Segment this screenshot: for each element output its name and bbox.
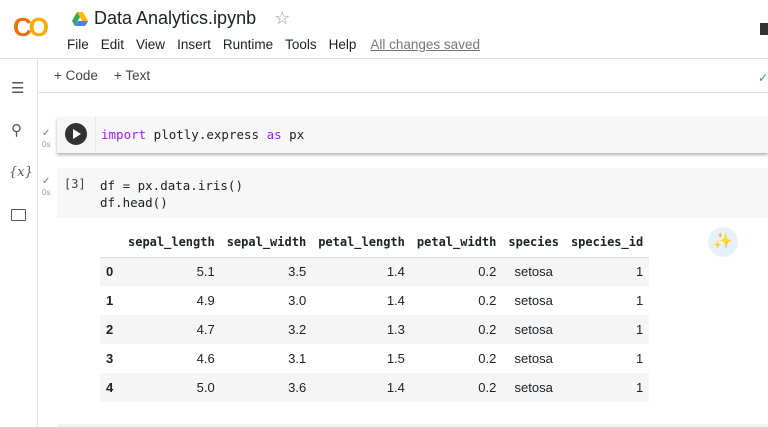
menu-file[interactable]: File bbox=[67, 37, 89, 52]
cell-status: ✓ 0s bbox=[42, 128, 51, 149]
column-header: petal_length bbox=[312, 228, 411, 258]
table-cell: 3.6 bbox=[288, 380, 307, 395]
menu-tools[interactable]: Tools bbox=[285, 37, 317, 52]
toolbar: + Code + Text ✓ bbox=[38, 59, 768, 93]
table-cell: 1 bbox=[635, 264, 644, 280]
table-cell: 1.4 bbox=[386, 380, 405, 395]
table-cell: 1 bbox=[635, 351, 644, 366]
column-header bbox=[100, 228, 122, 258]
menu-insert[interactable]: Insert bbox=[177, 37, 211, 52]
cell-status: ✓ 0s bbox=[42, 176, 51, 197]
cell-code[interactable]: import plotly.express as px bbox=[101, 127, 304, 142]
table-cell: 5.0 bbox=[196, 380, 215, 395]
menu-runtime[interactable]: Runtime bbox=[223, 37, 273, 52]
table-cell: setosa bbox=[514, 322, 553, 337]
search-icon[interactable]: ⚲ bbox=[11, 121, 22, 139]
colab-logo[interactable]: CO bbox=[13, 12, 49, 43]
folder-icon[interactable] bbox=[11, 209, 26, 221]
add-code-button[interactable]: + Code bbox=[54, 68, 98, 83]
table-cell: setosa bbox=[514, 293, 553, 308]
table-cell: 0.2 bbox=[478, 293, 497, 308]
table-cell: 1.5 bbox=[386, 351, 405, 366]
menu-help[interactable]: Help bbox=[329, 37, 357, 52]
table-row: 4 5.0 3.6 1.4 0.2 setosa 1 bbox=[100, 373, 650, 402]
table-cell: 1.3 bbox=[386, 322, 405, 337]
sidebar: ☰ ⚲ {x} bbox=[0, 59, 38, 427]
menu-view[interactable]: View bbox=[136, 37, 165, 52]
table-cell: 0.2 bbox=[478, 322, 497, 337]
table-cell: 0 bbox=[106, 264, 114, 280]
google-drive-icon bbox=[72, 11, 88, 26]
table-cell: 1 bbox=[106, 293, 114, 308]
check-icon: ✓ bbox=[42, 128, 51, 139]
notebook-title[interactable]: Data Analytics.ipynb bbox=[94, 8, 256, 29]
cell-code[interactable]: df = px.data.iris() df.head() bbox=[100, 177, 243, 211]
table-cell: 3.5 bbox=[288, 264, 307, 280]
column-header: species bbox=[502, 228, 565, 258]
table-cell: 0.2 bbox=[478, 264, 497, 280]
execution-count: [3] bbox=[64, 177, 86, 191]
magic-wand-icon[interactable]: ✨ bbox=[708, 227, 738, 257]
table-row: 1 4.9 3.0 1.4 0.2 setosa 1 bbox=[100, 286, 649, 315]
table-cell: 5.1 bbox=[196, 264, 215, 280]
table-row: 2 4.7 3.2 1.3 0.2 setosa 1 bbox=[100, 315, 650, 344]
save-status-link[interactable]: All changes saved bbox=[370, 37, 480, 52]
table-cell: setosa bbox=[514, 380, 553, 395]
notebook-title-bar: Data Analytics.ipynb ☆ bbox=[72, 8, 290, 29]
table-cell: 1.4 bbox=[386, 293, 405, 308]
menu-bar: File Edit View Insert Runtime Tools Help… bbox=[67, 37, 480, 52]
table-cell: 0.2 bbox=[478, 351, 497, 366]
menu-edit[interactable]: Edit bbox=[101, 37, 124, 52]
table-cell: 1.4 bbox=[386, 264, 405, 280]
table-row: 3 4.6 3.1 1.5 0.2 setosa 1 bbox=[100, 344, 649, 373]
table-cell: 4.6 bbox=[196, 351, 215, 366]
column-header: species_id bbox=[564, 228, 650, 258]
table-cell: 3 bbox=[106, 351, 114, 366]
header: CO Data Analytics.ipynb ☆ File Edit View… bbox=[0, 0, 768, 59]
table-cell: 4.9 bbox=[196, 293, 215, 308]
code-cell[interactable]: [3] df = px.data.iris() df.head() bbox=[57, 168, 768, 218]
add-text-button[interactable]: + Text bbox=[114, 68, 150, 83]
column-header: sepal_width bbox=[220, 228, 313, 258]
table-cell: 3.0 bbox=[288, 293, 307, 308]
table-cell: 1 bbox=[635, 293, 644, 308]
divider bbox=[95, 117, 96, 153]
dataframe-output: sepal_length sepal_width petal_length petal… bbox=[100, 228, 650, 402]
column-header: sepal_length bbox=[122, 228, 221, 258]
table-row: 0 5.1 3.5 1.4 0.2 setosa 1 bbox=[100, 257, 650, 286]
table-cell: 3.1 bbox=[288, 351, 307, 366]
table-cell: 1 bbox=[635, 380, 644, 395]
run-cell-button[interactable] bbox=[65, 123, 87, 145]
code-cell[interactable]: import plotly.express as px bbox=[57, 117, 768, 153]
star-icon[interactable]: ☆ bbox=[274, 8, 290, 29]
table-cell: setosa bbox=[514, 351, 553, 366]
comments-icon[interactable] bbox=[760, 23, 768, 35]
table-cell: 0.2 bbox=[478, 380, 497, 395]
table-cell: 4.7 bbox=[196, 322, 215, 337]
column-header: petal_width bbox=[410, 228, 503, 258]
table-cell: 4 bbox=[106, 380, 114, 395]
table-cell: setosa bbox=[514, 264, 553, 280]
table-cell: 3.2 bbox=[288, 322, 307, 337]
table-cell: 1 bbox=[635, 322, 644, 337]
table-of-contents-icon[interactable]: ☰ bbox=[11, 79, 24, 97]
variables-icon[interactable]: {x} bbox=[9, 165, 33, 180]
table-cell: 2 bbox=[106, 322, 114, 337]
connected-check-icon[interactable]: ✓ bbox=[758, 71, 768, 85]
check-icon: ✓ bbox=[42, 176, 51, 187]
